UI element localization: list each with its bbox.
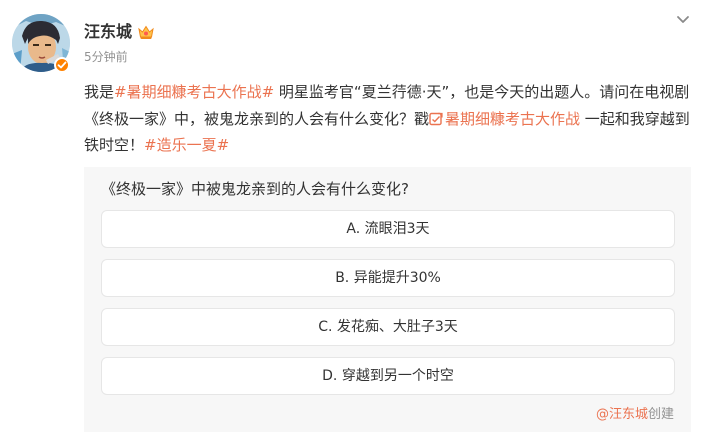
chevron-down-icon[interactable] <box>673 12 693 28</box>
poll-option[interactable]: A. 流眼泪3天 <box>101 210 675 248</box>
weibo-post-card: 汪东城 5分钟前 我是#暑期细糠考古大作战# 明星监考官“夏兰荇德·天”，也是今… <box>0 0 701 438</box>
poll-link[interactable]: 暑期细糠考古大作战 <box>429 110 580 128</box>
post-time[interactable]: 5分钟前 <box>84 49 128 65</box>
vote-link-icon <box>429 108 443 125</box>
poll-creator-link[interactable]: @汪东城 <box>596 407 648 422</box>
poll-option[interactable]: D. 穿越到另一个时空 <box>101 357 675 395</box>
poll-creator-suffix: 创建 <box>647 407 674 422</box>
topic-link[interactable]: #暑期细糠考古大作战# <box>114 83 274 101</box>
post-text: 我是#暑期细糠考古大作战# 明星监考官“夏兰荇德·天”，也是今天的出题人。请问在… <box>84 79 690 159</box>
poll-card: 《终极一家》中被鬼龙亲到的人会有什么变化? A. 流眼泪3天 B. 异能提升30… <box>84 167 691 432</box>
poll-option[interactable]: B. 异能提升30% <box>101 259 675 297</box>
poll-link-label: 暑期细糠考古大作战 <box>445 109 581 128</box>
poll-option[interactable]: C. 发花痴、大肚子3天 <box>101 308 675 346</box>
crown-icon[interactable] <box>137 24 155 40</box>
verified-badge-icon <box>54 57 70 73</box>
poll-question: 《终极一家》中被鬼龙亲到的人会有什么变化? <box>101 180 409 198</box>
poll-creator: @汪东城创建 <box>596 407 674 423</box>
author-name[interactable]: 汪东城 <box>84 21 132 43</box>
topic-link[interactable]: #造乐一夏# <box>144 136 229 154</box>
post-text-segment: 我是 <box>84 83 115 101</box>
